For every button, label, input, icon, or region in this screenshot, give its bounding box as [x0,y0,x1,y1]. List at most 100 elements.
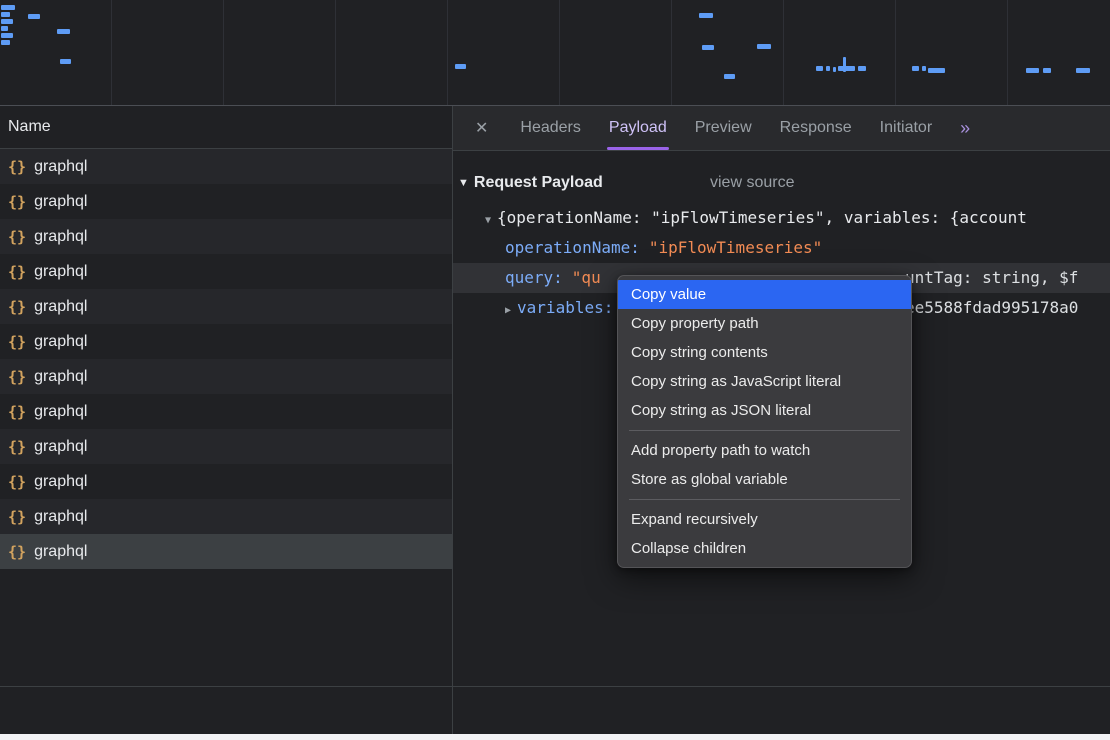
operation-name-row[interactable]: operationName: "ipFlowTimeseries" [453,233,1110,263]
timeline-request-bar [838,66,855,71]
tab-headers[interactable]: Headers [506,106,594,150]
tab-payload[interactable]: Payload [595,106,681,150]
detail-tabs: HeadersPayloadPreviewResponseInitiator [506,106,946,150]
menu-item-expand-recursively[interactable]: Expand recursively [618,505,911,534]
request-name: graphql [34,368,87,386]
network-request-row[interactable]: {} graphql [0,219,452,254]
request-name: graphql [34,473,87,491]
detail-tabbar: ✕ HeadersPayloadPreviewResponseInitiator… [453,106,1110,151]
timeline-request-bar [833,67,836,72]
timeline-request-bar [1,5,15,10]
timeline-request-bar [699,13,713,18]
close-icon[interactable]: ✕ [453,118,506,138]
timeline-request-bar [858,66,866,71]
request-name: graphql [34,543,87,561]
network-request-row[interactable]: {}graphql [0,149,452,184]
context-menu: Copy valueCopy property pathCopy string … [617,275,912,568]
request-name: graphql [34,438,87,456]
network-request-row[interactable]: {}graphql [0,184,452,219]
json-braces-icon: {} [8,403,26,421]
expand-triangle-icon[interactable]: ▶ [505,305,511,316]
timeline-request-bar [826,66,830,71]
name-column-label: Name [8,118,51,135]
collapse-triangle-icon[interactable]: ▼ [485,215,491,226]
name-column-header[interactable]: Name [0,106,452,149]
timeline-request-bar [922,66,926,71]
menu-item-copy-string-as-javascript-literal[interactable]: Copy string as JavaScript literal [618,367,911,396]
tab-response[interactable]: Response [766,106,866,150]
timeline-request-bar [816,66,823,71]
timeline-request-bar [1076,68,1090,73]
json-braces-icon: {} [8,473,26,491]
timeline-request-bar [757,44,771,49]
property-value: "ipFlowTimeseries" [649,238,822,257]
request-name: graphql [34,508,87,526]
timeline-request-bar [1,19,13,24]
json-braces-icon: {} [8,263,26,281]
json-braces-icon: {} [8,298,26,316]
network-request-list-panel: Name {}graphql{}graphql{}graphql{}graphq… [0,106,453,686]
more-tabs-icon[interactable]: » [960,118,970,139]
json-braces-icon: {} [8,543,26,561]
request-payload-title: Request Payload [474,174,603,192]
json-braces-icon: {} [8,438,26,456]
timeline-request-bar [1,26,8,31]
timeline-request-bar [724,74,735,79]
view-source-link[interactable]: view source [710,174,794,192]
network-request-row[interactable]: {} graphql [0,534,452,569]
request-name: graphql [34,263,87,281]
network-request-row[interactable]: {} graphql [0,359,452,394]
property-key: query: [505,268,563,287]
collapse-triangle-icon[interactable]: ▼ [458,177,469,189]
network-request-row[interactable]: {} graphql [0,394,452,429]
network-request-row[interactable]: {}graphql [0,324,452,359]
tab-preview[interactable]: Preview [681,106,766,150]
network-request-row[interactable]: {} graphql [0,464,452,499]
request-name: graphql [34,228,87,246]
timeline-request-bar [928,68,945,73]
network-request-row[interactable]: {} graphql [0,499,452,534]
timeline-request-bar [1026,68,1039,73]
timeline-request-bar [60,59,71,64]
timeline-request-bar [1043,68,1051,73]
payload-root-row[interactable]: ▼ {operationName: "ipFlowTimeseries", var… [453,203,1110,233]
timeline-request-bar [57,29,70,34]
menu-item-store-as-global-variable[interactable]: Store as global variable [618,465,911,494]
menu-item-copy-value[interactable]: Copy value [618,280,911,309]
property-key: operationName: [505,238,640,257]
payload-root-preview: {operationName: "ipFlowTimeseries", vari… [497,208,1027,227]
request-name: graphql [34,403,87,421]
menu-separator [629,499,900,500]
tab-initiator[interactable]: Initiator [866,106,946,150]
network-request-row[interactable]: {} graphql [0,429,452,464]
property-value-end: untTag: string, $f [905,263,1078,293]
timeline-request-bar [912,66,919,71]
timeline-overview[interactable] [0,0,1110,106]
request-payload-header-row: ▼ Request Payload view source [453,163,1110,203]
menu-item-copy-property-path[interactable]: Copy property path [618,309,911,338]
timeline-request-bar [843,57,846,72]
network-request-rows: {} graphql {} graphql {} graphql {} graphql {} gr… [0,149,452,569]
devtools-window: Name {}graphql{}graphql{}graphql{}graphq… [0,0,1110,740]
property-value-start: "qu [572,268,601,287]
menu-item-copy-string-contents[interactable]: Copy string contents [618,338,911,367]
panel-divider [452,686,453,734]
timeline-request-bar [702,45,714,50]
json-braces-icon: {} [8,508,26,526]
timeline-request-bar [1,12,10,17]
timeline-request-bar [455,64,466,69]
network-request-row[interactable]: {} graphql [0,254,452,289]
menu-item-add-property-path-to-watch[interactable]: Add property path to watch [618,436,911,465]
summary-footer [0,686,1110,735]
page-bottom-strip [0,734,1110,740]
request-name: graphql [34,298,87,316]
json-braces-icon: {} [8,228,26,246]
json-braces-icon: {} [8,368,26,386]
request-name: graphql [34,193,87,211]
timeline-request-bar [1,40,10,45]
network-request-row[interactable]: {} graphql [0,289,452,324]
property-value-end: ee5588fdad995178a0 [905,293,1078,323]
menu-item-collapse-children[interactable]: Collapse children [618,534,911,563]
request-name: graphql [34,158,87,176]
menu-item-copy-string-as-json-literal[interactable]: Copy string as JSON literal [618,396,911,425]
